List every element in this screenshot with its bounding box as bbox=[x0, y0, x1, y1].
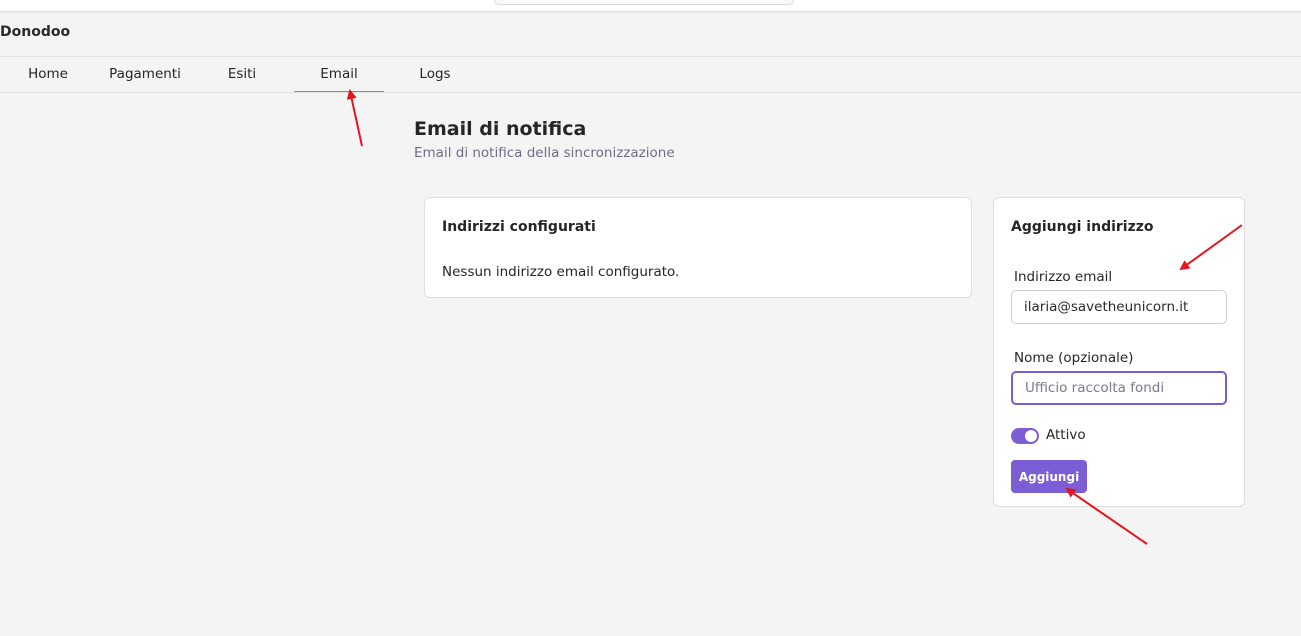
active-label: Attivo bbox=[1046, 427, 1086, 443]
tab-email[interactable]: Email bbox=[294, 57, 384, 92]
page-title: Email di notifica bbox=[414, 118, 587, 140]
email-label: Indirizzo email bbox=[1014, 269, 1113, 285]
toggle-knob bbox=[1025, 430, 1037, 442]
email-input[interactable] bbox=[1011, 290, 1227, 324]
add-address-card: Aggiungi indirizzo Indirizzo email Nome … bbox=[993, 197, 1245, 507]
address-bar[interactable] bbox=[494, 0, 794, 5]
header-divider bbox=[0, 56, 1301, 57]
name-label: Nome (opzionale) bbox=[1014, 350, 1134, 366]
tab-logs[interactable]: Logs bbox=[405, 57, 465, 92]
configured-addresses-card: Indirizzi configurati Nessun indirizzo e… bbox=[424, 197, 972, 298]
arrow-to-email-tab bbox=[346, 89, 363, 147]
empty-addresses-message: Nessun indirizzo email configurato. bbox=[442, 264, 680, 280]
tab-home[interactable]: Home bbox=[8, 57, 88, 92]
browser-top-strip bbox=[0, 0, 1301, 12]
active-toggle[interactable] bbox=[1011, 428, 1039, 444]
app-brand: Donodoo bbox=[0, 24, 71, 40]
name-input[interactable] bbox=[1011, 371, 1227, 405]
nav-divider bbox=[0, 92, 1301, 93]
tab-esiti[interactable]: Esiti bbox=[207, 57, 277, 92]
page-subtitle: Email di notifica della sincronizzazione bbox=[414, 145, 675, 161]
tab-pagamenti[interactable]: Pagamenti bbox=[100, 57, 190, 92]
add-address-title: Aggiungi indirizzo bbox=[1011, 219, 1154, 235]
configured-addresses-title: Indirizzi configurati bbox=[442, 219, 596, 235]
add-button[interactable]: Aggiungi bbox=[1011, 460, 1087, 493]
